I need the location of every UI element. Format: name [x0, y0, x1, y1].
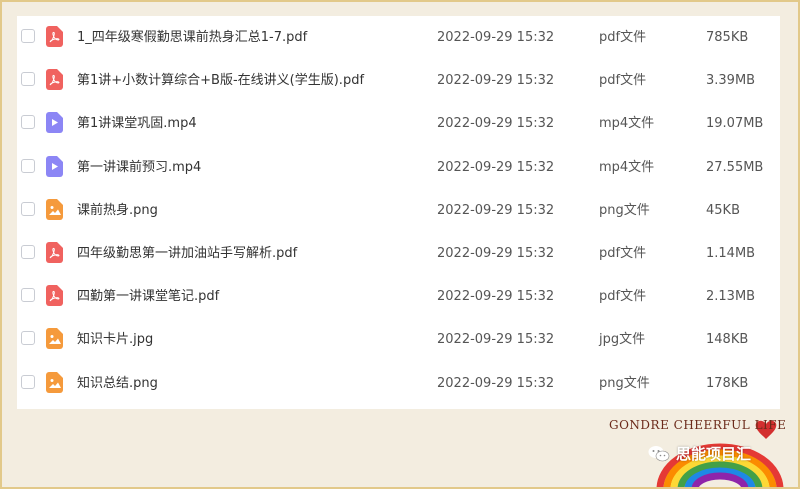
file-type: pdf文件 [599, 30, 647, 45]
modified-date: 2022-09-29 15:32 [437, 116, 555, 132]
file-row[interactable]: 四勤第一讲课堂笔记.pdf 2022-09-29 15:32 pdf文件 2.13MB [17, 275, 780, 318]
row-checkbox[interactable] [21, 115, 35, 130]
row-checkbox[interactable] [21, 72, 35, 87]
file-type: png文件 [599, 202, 650, 218]
file-size: 2.13MB [706, 289, 756, 305]
modified-date: 2022-09-29 15:32 [437, 289, 555, 305]
file-size: 785KB [706, 30, 749, 45]
modified-date: 2022-09-29 15:32 [437, 332, 555, 348]
file-name[interactable]: 知识总结.png [77, 362, 158, 405]
image-icon [46, 198, 63, 220]
file-list: 1_四年级寒假勤思课前热身汇总1-7.pdf 2022-09-29 15:32 pd… [17, 16, 780, 409]
account-name: 思能项目汇 [676, 445, 752, 463]
brand-text: GONDRE CHEERFUL LIFE [609, 418, 787, 432]
file-type: pdf文件 [599, 289, 647, 305]
row-checkbox[interactable] [21, 374, 35, 389]
file-row[interactable]: 第1讲+小数计算综合+B版-在线讲义(学生版).pdf 2022-09-29 15… [17, 59, 780, 102]
file-name[interactable]: 第一讲课前预习.mp4 [77, 146, 201, 189]
video-icon [46, 112, 63, 134]
file-type: mp4文件 [599, 159, 655, 175]
file-size: 178KB [706, 375, 749, 391]
pdf-icon [46, 242, 63, 263]
file-type: pdf文件 [599, 246, 647, 261]
file-name[interactable]: 1_四年级寒假勤思课前热身汇总1-7.pdf [77, 16, 307, 59]
file-row[interactable]: 课前热身.png 2022-09-29 15:32 png文件 45KB [17, 189, 780, 232]
image-icon [46, 371, 63, 393]
file-name[interactable]: 知识卡片.jpg [77, 318, 153, 361]
modified-date: 2022-09-29 15:32 [437, 159, 555, 175]
account-watermark: 思能项目汇 [648, 443, 751, 464]
file-name[interactable]: 课前热身.png [77, 189, 158, 232]
file-row[interactable]: 知识卡片.jpg 2022-09-29 15:32 jpg文件 148KB [17, 318, 780, 361]
row-checkbox[interactable] [21, 201, 35, 216]
file-size: 3.39MB [706, 73, 756, 89]
row-checkbox[interactable] [21, 29, 35, 43]
pdf-icon [46, 26, 63, 47]
file-size: 27.55MB [706, 159, 764, 175]
file-row[interactable]: 知识总结.png 2022-09-29 15:32 png文件 178KB [17, 362, 780, 405]
modified-date: 2022-09-29 15:32 [437, 30, 555, 45]
modified-date: 2022-09-29 15:32 [437, 202, 555, 218]
row-checkbox[interactable] [21, 245, 35, 259]
file-type: mp4文件 [599, 116, 655, 132]
wechat-icon [648, 445, 670, 463]
file-row[interactable]: 第一讲课前预习.mp4 2022-09-29 15:32 mp4文件 27.55MB [17, 146, 780, 189]
file-name[interactable]: 第1讲+小数计算综合+B版-在线讲义(学生版).pdf [77, 59, 364, 102]
file-row[interactable]: 1_四年级寒假勤思课前热身汇总1-7.pdf 2022-09-29 15:32 pd… [17, 16, 780, 59]
file-name[interactable]: 四年级勤思第一讲加油站手写解析.pdf [77, 232, 297, 275]
file-size: 1.14MB [706, 246, 756, 261]
pdf-icon [46, 69, 63, 91]
file-type: png文件 [599, 375, 650, 391]
file-size: 19.07MB [706, 116, 764, 132]
image-icon [46, 328, 63, 350]
file-type: pdf文件 [599, 73, 647, 89]
modified-date: 2022-09-29 15:32 [437, 375, 555, 391]
video-icon [46, 155, 63, 177]
file-size: 148KB [706, 332, 749, 348]
file-size: 45KB [706, 202, 740, 218]
modified-date: 2022-09-29 15:32 [437, 73, 555, 89]
row-checkbox[interactable] [21, 158, 35, 173]
pdf-icon [46, 285, 63, 307]
file-type: jpg文件 [599, 332, 646, 348]
modified-date: 2022-09-29 15:32 [437, 246, 555, 261]
file-row[interactable]: 第1讲课堂巩固.mp4 2022-09-29 15:32 mp4文件 19.07MB [17, 102, 780, 145]
file-name[interactable]: 第1讲课堂巩固.mp4 [77, 102, 197, 145]
file-row[interactable]: 四年级勤思第一讲加油站手写解析.pdf 2022-09-29 15:32 pdf文件… [17, 232, 780, 275]
row-checkbox[interactable] [21, 331, 35, 346]
file-name[interactable]: 四勤第一讲课堂笔记.pdf [77, 275, 219, 318]
row-checkbox[interactable] [21, 288, 35, 303]
